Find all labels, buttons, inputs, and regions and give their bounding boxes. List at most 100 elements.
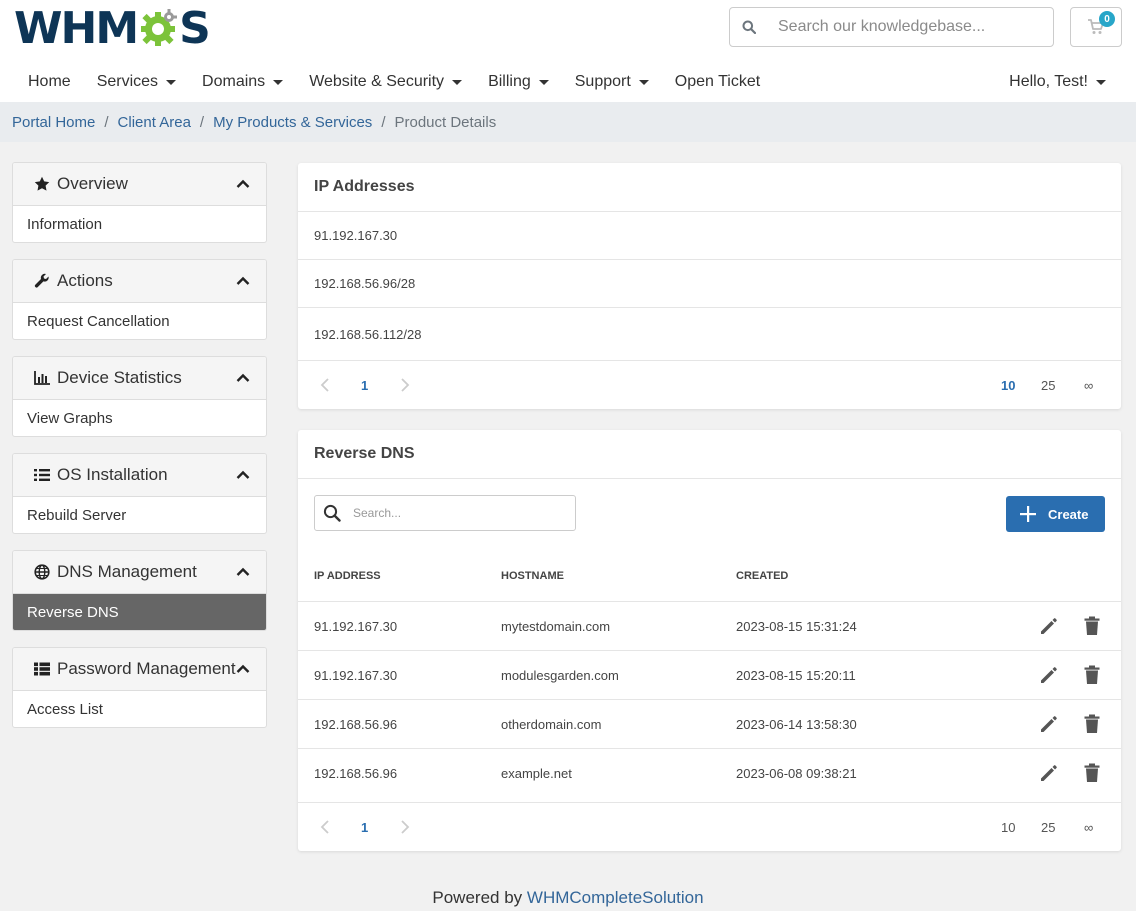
wrench-icon (33, 273, 51, 289)
gear-logo-icon (141, 9, 178, 46)
breadcrumb-product-details: Product Details (394, 113, 497, 131)
cell-hostname: modulesgarden.com (501, 668, 619, 683)
sidebar-header-dns-management[interactable]: DNS Management (13, 551, 266, 594)
pagination: 1 10 25 ∞ (298, 361, 1121, 409)
footer-link[interactable]: WHMCompleteSolution (527, 888, 704, 907)
trash-icon[interactable] (1084, 665, 1100, 688)
nav-website-security[interactable]: Website & Security (296, 73, 475, 91)
breadcrumb-separator: / (199, 113, 205, 131)
page-number[interactable]: 1 (361, 820, 368, 835)
sidebar-header-actions[interactable]: Actions (13, 260, 266, 303)
create-button-label: Create (1048, 506, 1089, 522)
ip-address-value: 192.168.56.96/28 (314, 276, 416, 291)
breadcrumb-client-area[interactable]: Client Area (118, 114, 191, 131)
create-button[interactable]: Create (1006, 496, 1105, 532)
cell-created: 2023-08-15 15:31:24 (736, 619, 857, 634)
column-hostname[interactable]: HOSTNAME (501, 570, 564, 582)
list-item: 192.168.56.96/28 (298, 260, 1121, 308)
whmcs-logo[interactable]: WHM S (14, 3, 211, 54)
trash-icon[interactable] (1084, 714, 1100, 737)
cell-created: 2023-06-08 09:38:21 (736, 766, 857, 781)
sidebar-item-request-cancellation[interactable]: Request Cancellation (13, 303, 266, 339)
breadcrumb-portal-home[interactable]: Portal Home (12, 114, 95, 131)
sidebar-header-password-management[interactable]: Password Management (13, 648, 266, 691)
nav-billing-label: Billing (488, 73, 531, 90)
breadcrumb: Portal Home / Client Area / My Products … (0, 102, 1136, 142)
breadcrumb-my-products[interactable]: My Products & Services (213, 114, 372, 131)
page-size-all[interactable]: ∞ (1084, 820, 1093, 835)
page-number[interactable]: 1 (361, 378, 368, 393)
cart-count-badge: 0 (1099, 11, 1115, 27)
sidebar-card-overview: Overview Information (12, 162, 267, 243)
sidebar-title: Device Statistics (57, 368, 182, 387)
sidebar-card-os-installation: OS Installation Rebuild Server (12, 453, 267, 534)
page-size-25[interactable]: 25 (1041, 378, 1055, 393)
bar-chart-icon (33, 371, 51, 385)
cell-ip: 192.168.56.96 (314, 766, 398, 781)
edit-icon[interactable] (1039, 714, 1059, 737)
chevron-right-icon[interactable] (400, 820, 410, 837)
reverse-dns-search-input[interactable] (349, 506, 575, 520)
caret-down-icon (273, 79, 284, 85)
cart-button[interactable]: 0 (1070, 7, 1122, 47)
sidebar-card-actions: Actions Request Cancellation (12, 259, 267, 340)
column-ip-address[interactable]: IP ADDRESS (314, 570, 381, 582)
chevron-up-icon[interactable] (236, 470, 250, 480)
nav-website-security-label: Website & Security (309, 73, 445, 90)
reverse-dns-panel: Reverse DNS Create IP ADDRESS HOSTNAME C… (298, 430, 1121, 851)
caret-down-icon (452, 79, 463, 85)
sidebar-item-reverse-dns[interactable]: Reverse DNS (13, 594, 266, 630)
table-row: 91.192.167.30 modulesgarden.com 2023-08-… (298, 651, 1121, 700)
search-icon (315, 504, 349, 522)
sidebar-title: DNS Management (57, 562, 197, 581)
nav-home-label: Home (28, 73, 71, 90)
column-created[interactable]: CREATED (736, 570, 788, 582)
list-icon (33, 468, 51, 482)
caret-down-icon (638, 79, 649, 85)
sidebar-header-os-installation[interactable]: OS Installation (13, 454, 266, 497)
trash-icon[interactable] (1084, 763, 1100, 786)
reverse-dns-title: Reverse DNS (298, 430, 1121, 479)
sidebar-item-access-list[interactable]: Access List (13, 691, 266, 727)
chevron-up-icon[interactable] (236, 179, 250, 189)
breadcrumb-separator: / (104, 113, 109, 131)
chevron-up-icon[interactable] (236, 373, 250, 383)
chevron-left-icon[interactable] (320, 820, 330, 837)
chevron-right-icon[interactable] (400, 378, 410, 395)
user-menu[interactable]: Hello, Test! (1009, 64, 1106, 100)
sidebar-item-information[interactable]: Information (13, 206, 266, 242)
chevron-left-icon[interactable] (320, 378, 330, 395)
nav-support[interactable]: Support (562, 73, 662, 91)
caret-down-icon (1096, 79, 1106, 85)
page-size-10[interactable]: 10 (1001, 378, 1015, 393)
nav-open-ticket[interactable]: Open Ticket (662, 73, 773, 91)
nav-services[interactable]: Services (84, 73, 189, 91)
knowledgebase-search-input[interactable] (768, 18, 1053, 36)
knowledgebase-search[interactable] (729, 7, 1054, 47)
edit-icon[interactable] (1039, 763, 1059, 786)
logo-text-right: S (179, 2, 211, 54)
reverse-dns-search[interactable] (314, 495, 576, 531)
sidebar-item-view-graphs[interactable]: View Graphs (13, 400, 266, 436)
chevron-up-icon[interactable] (236, 664, 250, 674)
page-size-10[interactable]: 10 (1001, 820, 1015, 835)
sidebar: Overview Information Actions Request Can… (12, 162, 267, 744)
nav-home[interactable]: Home (14, 73, 84, 91)
page-size-25[interactable]: 25 (1041, 820, 1055, 835)
sidebar-title: OS Installation (57, 465, 168, 484)
edit-icon[interactable] (1039, 665, 1059, 688)
chevron-up-icon[interactable] (236, 276, 250, 286)
nav-domains[interactable]: Domains (189, 73, 296, 91)
sidebar-header-overview[interactable]: Overview (13, 163, 266, 206)
chevron-up-icon[interactable] (236, 567, 250, 577)
nav-billing[interactable]: Billing (475, 73, 562, 91)
edit-icon[interactable] (1039, 616, 1059, 639)
nav-services-label: Services (96, 73, 159, 90)
sidebar-item-rebuild-server[interactable]: Rebuild Server (13, 497, 266, 533)
trash-icon[interactable] (1084, 616, 1100, 639)
cell-hostname: otherdomain.com (501, 717, 602, 732)
page-size-all[interactable]: ∞ (1084, 378, 1093, 393)
breadcrumb-separator: / (381, 113, 386, 131)
caret-down-icon (538, 79, 549, 85)
sidebar-header-device-statistics[interactable]: Device Statistics (13, 357, 266, 400)
